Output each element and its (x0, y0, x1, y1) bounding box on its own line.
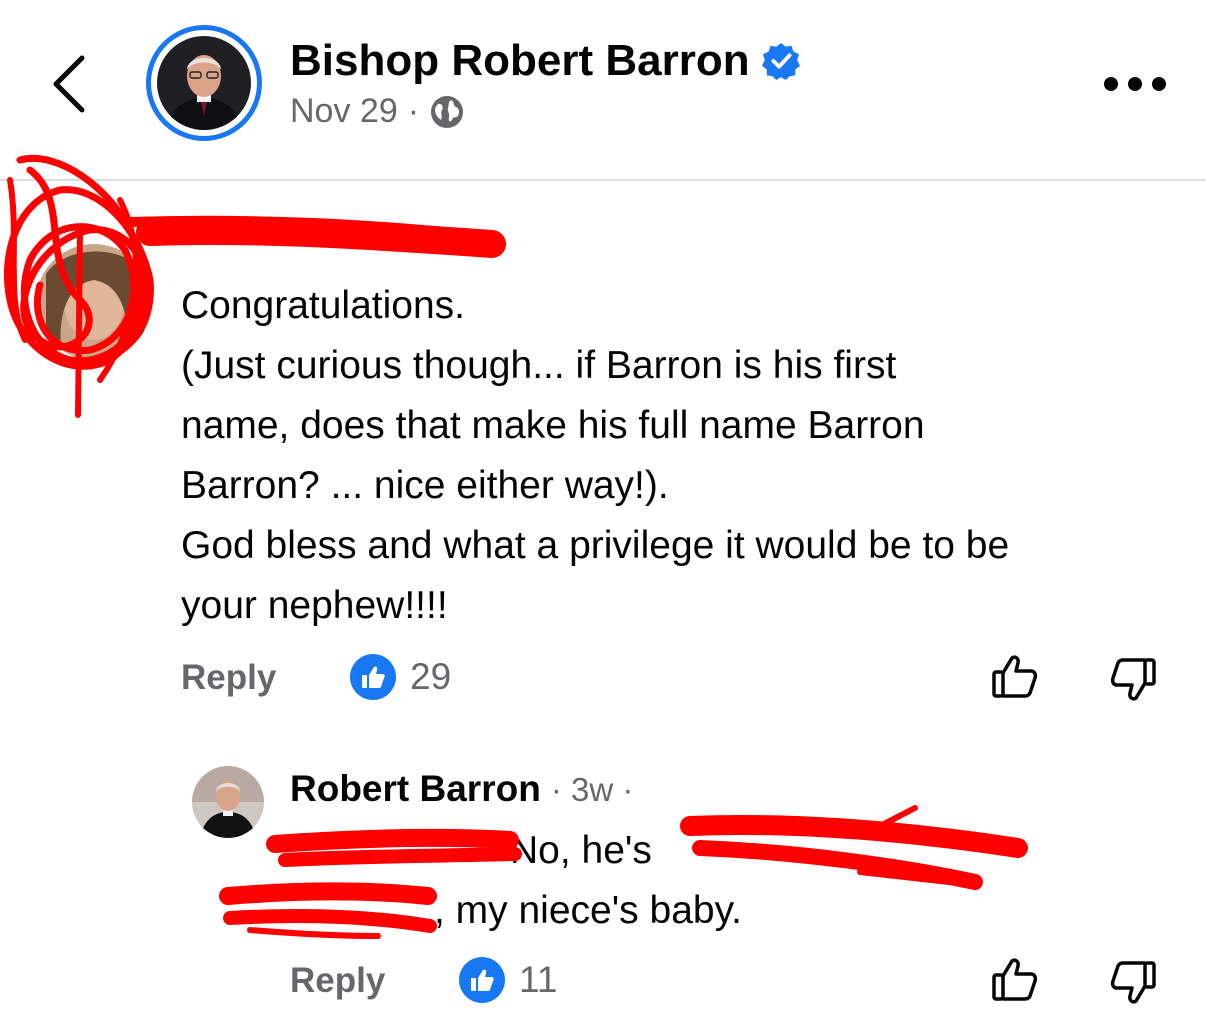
thumb-up-glyph-icon (362, 666, 385, 688)
more-dot (1152, 77, 1166, 91)
like-reaction-icon (459, 957, 505, 1003)
reply-like-summary[interactable]: 11 (459, 957, 557, 1003)
comment-like-count: 29 (410, 656, 452, 697)
thumb-up-glyph-icon (471, 969, 494, 991)
reply-header: Robert Barron · 3w · (290, 768, 633, 810)
comment-line: (Just curious though... if Barron is his… (181, 344, 897, 387)
page-name-text: Bishop Robert Barron (290, 36, 750, 85)
public-globe-icon (431, 95, 464, 128)
reply-line-1: No, he's (290, 822, 652, 880)
downvote-icon[interactable] (1108, 957, 1158, 1007)
page-name[interactable]: Bishop Robert Barron (290, 36, 800, 86)
upvote-icon[interactable] (990, 955, 1040, 1005)
reply-line-2: , my niece's baby. (222, 882, 742, 940)
header-divider (0, 179, 1206, 181)
reply-author-avatar[interactable] (192, 766, 264, 838)
reply-meta: · 3w · (550, 771, 634, 808)
comment-line: your nephew!!!! (181, 584, 448, 627)
downvote-icon[interactable] (1108, 654, 1158, 704)
more-options-icon[interactable] (1104, 74, 1166, 94)
comment-line: Congratulations. (181, 284, 466, 327)
reply-author-name[interactable]: Robert Barron (290, 768, 541, 810)
commenter-avatar-photo (36, 244, 152, 360)
meta-separator: · (407, 92, 420, 130)
verified-badge-icon (761, 42, 800, 80)
upvote-icon[interactable] (990, 652, 1040, 702)
post-date: Nov 29 (290, 92, 398, 130)
comment-line: Barron? ... nice either way!). (181, 464, 669, 507)
commenter-avatar[interactable] (36, 244, 152, 360)
more-dot (1104, 77, 1118, 91)
comment-like-summary[interactable]: 29 (350, 654, 451, 700)
comment-reply-button[interactable]: Reply (181, 658, 276, 698)
comment-body: Congratulations. (Just curious though...… (181, 276, 1181, 636)
reply-text-1: No, he's (510, 829, 652, 872)
like-reaction-icon (350, 654, 396, 700)
reply-avatar-photo (192, 766, 264, 838)
page-avatar[interactable] (146, 25, 262, 141)
more-dot (1128, 77, 1142, 91)
page-avatar-photo (157, 36, 251, 130)
comment-line: God bless and what a privilege it would … (181, 524, 1010, 567)
post-meta: Nov 29 · (290, 92, 465, 131)
reply-reply-button[interactable]: Reply (290, 961, 385, 1001)
reply-like-count: 11 (519, 959, 558, 1000)
reply-text-2: , my niece's baby. (434, 889, 743, 932)
back-chevron-icon[interactable] (44, 52, 100, 116)
comment-line: name, does that make his full name Barro… (181, 404, 925, 447)
